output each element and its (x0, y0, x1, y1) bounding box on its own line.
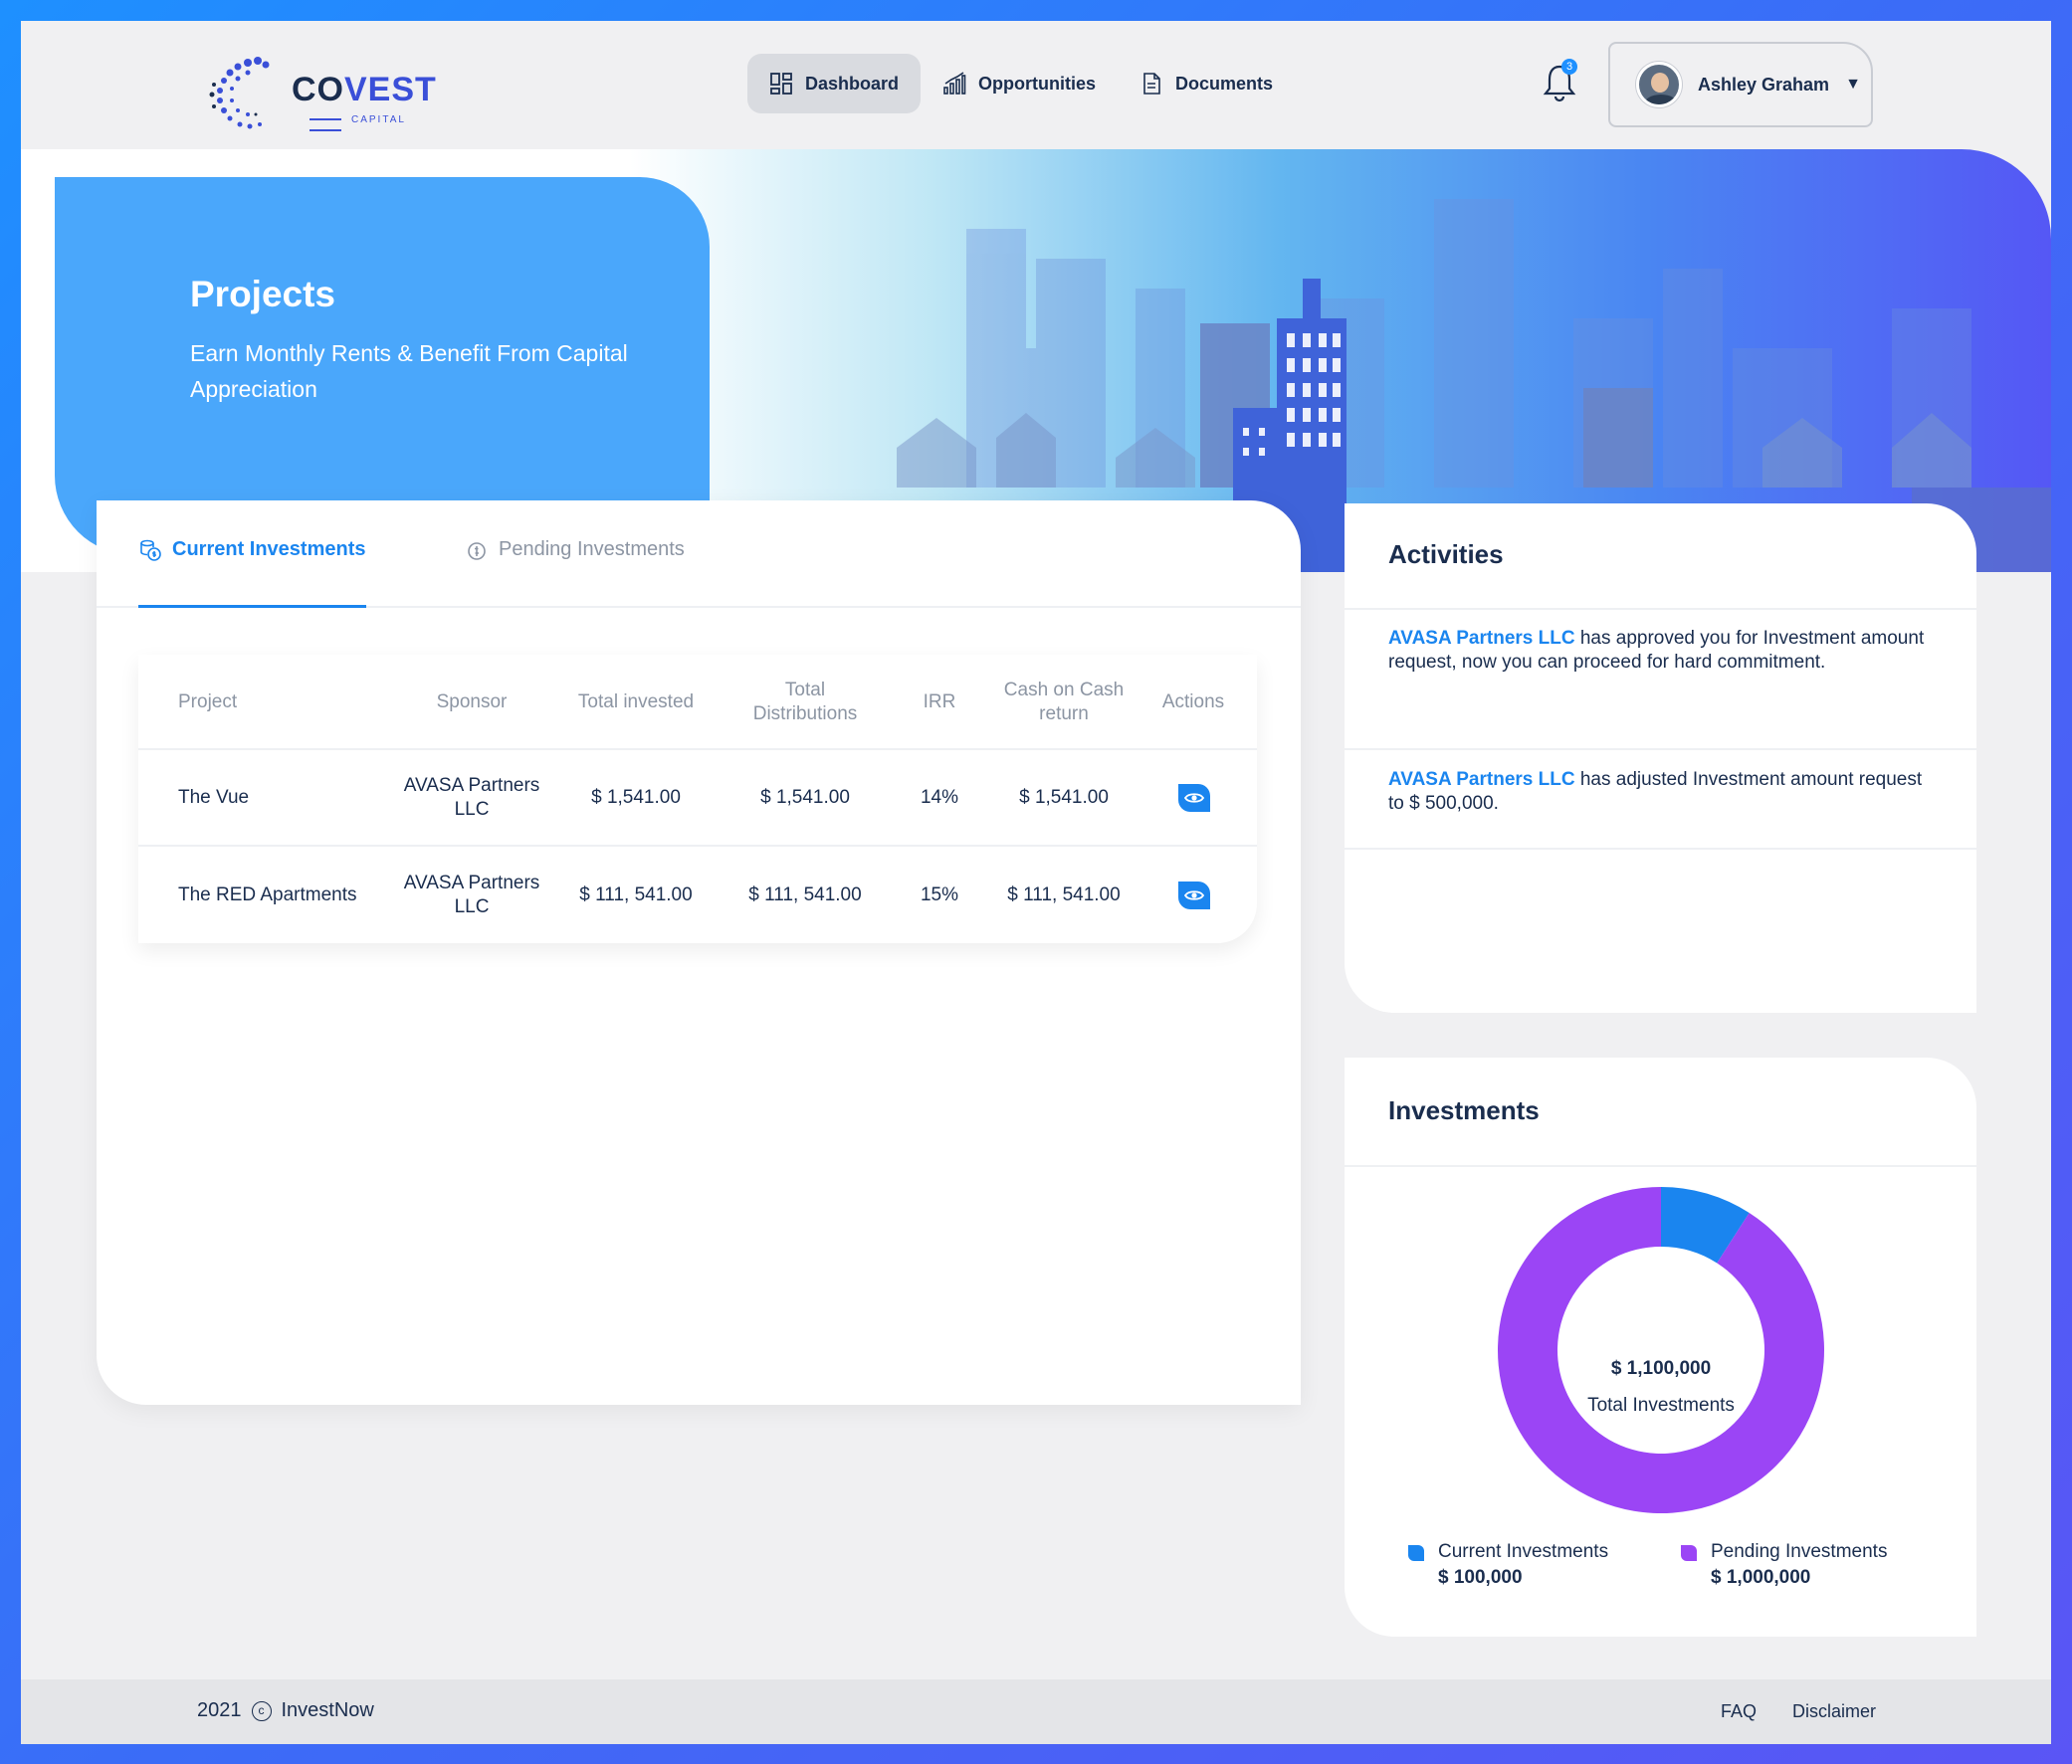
col-total-invested: Total invested (577, 691, 695, 712)
legend-swatch-current (1408, 1545, 1424, 1561)
investments-title: Investments (1388, 1095, 1540, 1125)
footer-brand: InvestNow (281, 1699, 374, 1721)
user-name: Ashley Graham (1698, 74, 1830, 95)
cell-total-invested: $ 111, 541.00 (579, 884, 693, 905)
table-header: Project Sponsor Total invested Total Dis… (138, 655, 1257, 750)
avatar (1636, 62, 1682, 107)
covest-logo[interactable]: COVEST CAPITAL (200, 49, 436, 138)
legend-current-name: Current Investments (1438, 1541, 1609, 1562)
nav-dashboard-label: Dashboard (805, 73, 900, 94)
cell-total-distributions: $ 1,541.00 (760, 787, 850, 808)
copyright-icon: c (251, 1700, 272, 1721)
dashboard-icon (770, 73, 792, 95)
legend-current-value: $ 100,000 (1438, 1567, 1523, 1588)
nav-documents[interactable]: Documents (1118, 54, 1295, 113)
cell-total-distributions: $ 111, 541.00 (748, 884, 862, 905)
eye-icon (1184, 793, 1204, 803)
app-frame: COVEST CAPITAL Dashboard Opportunities D… (21, 21, 2051, 1744)
page-title: Projects (190, 274, 336, 314)
document-icon (1143, 73, 1160, 95)
top-bar: COVEST CAPITAL Dashboard Opportunities D… (21, 21, 2051, 150)
col-actions: Actions (1161, 691, 1225, 712)
cell-project: The Vue (178, 787, 250, 808)
activity-actor-link[interactable]: AVASA Partners LLC (1388, 628, 1575, 649)
footer-copyright: 2021 c InvestNow (197, 1699, 374, 1722)
nav-dashboard[interactable]: Dashboard (747, 54, 922, 113)
col-project: Project (178, 691, 238, 712)
logo-wordmark: COVEST (292, 71, 437, 108)
activity-item[interactable]: AVASA Partners LLC has approved you for … (1345, 627, 1976, 750)
cell-sponsor: AVASA Partners LLC (403, 775, 540, 820)
nav-documents-label: Documents (1175, 73, 1274, 94)
caret-down-icon: ▼ (1845, 76, 1861, 93)
footer-year: 2021 (197, 1699, 242, 1721)
cell-cash-return: $ 111, 541.00 (1007, 884, 1121, 905)
tab-current-investments[interactable]: Current Investments (138, 538, 366, 608)
notification-count-badge: 3 (1561, 59, 1577, 75)
legend-pending-name: Pending Investments (1711, 1541, 1888, 1562)
donut-total-label: Total Investments (1587, 1395, 1735, 1416)
main-nav: Dashboard Opportunities Documents (747, 54, 1295, 113)
investments-table: Project Sponsor Total invested Total Dis… (138, 655, 1257, 943)
donut-total-value: $ 1,100,000 (1610, 1358, 1712, 1379)
cell-total-invested: $ 1,541.00 (591, 787, 681, 808)
bar-chart-icon (943, 72, 966, 95)
cell-irr: 14% (920, 787, 959, 808)
col-cash-return: Cash on Cash return (1003, 680, 1125, 724)
cell-project: The RED Apartments (178, 884, 357, 905)
coins-icon (140, 539, 161, 561)
tab-pending-label: Pending Investments (499, 538, 685, 560)
investments-header: Investments (1345, 1058, 1976, 1167)
user-menu[interactable]: Ashley Graham ▼ (1608, 42, 1873, 127)
footer: 2021 c InvestNow FAQ Disclaimer (21, 1679, 2051, 1744)
col-sponsor: Sponsor (436, 691, 508, 712)
investments-donut-chart (1498, 1187, 1824, 1513)
activities-card: Activities AVASA Partners LLC has approv… (1345, 503, 1976, 1013)
col-total-distributions: Total Distributions (752, 680, 858, 724)
investments-card: Investments $ 1,100,000 Total Investment… (1345, 1058, 1976, 1637)
logo-subtitle: CAPITAL (300, 114, 419, 136)
dollar-circle-icon (468, 542, 486, 560)
faq-link[interactable]: FAQ (1721, 1701, 1757, 1722)
activity-actor-link[interactable]: AVASA Partners LLC (1388, 769, 1575, 790)
legend-pending: Pending Investments $ 1,000,000 (1681, 1541, 1887, 1589)
investment-tabs: Current Investments Pending Investments (97, 500, 1301, 608)
col-irr: IRR (923, 691, 956, 712)
nav-opportunities[interactable]: Opportunities (921, 54, 1118, 113)
tab-pending-investments[interactable]: Pending Investments (465, 538, 685, 608)
donut-slice-pending-investments (1498, 1187, 1824, 1513)
cell-sponsor: AVASA Partners LLC (403, 873, 540, 917)
legend-pending-value: $ 1,000,000 (1711, 1567, 1811, 1588)
table-row: The RED Apartments AVASA Partners LLC $ … (138, 848, 1257, 944)
view-button[interactable] (1178, 784, 1210, 812)
cell-cash-return: $ 1,541.00 (1019, 787, 1109, 808)
investments-panel: Current Investments Pending Investments … (97, 500, 1301, 1405)
activity-item[interactable]: AVASA Partners LLC has adjusted Investme… (1345, 752, 1976, 850)
nav-opportunities-label: Opportunities (978, 73, 1097, 94)
activities-header: Activities (1345, 503, 1976, 610)
legend-swatch-pending (1681, 1545, 1697, 1561)
disclaimer-link[interactable]: Disclaimer (1792, 1701, 1876, 1722)
tab-current-label: Current Investments (172, 538, 366, 560)
activities-title: Activities (1388, 539, 1504, 569)
table-row: The Vue AVASA Partners LLC $ 1,541.00 $ … (138, 750, 1257, 847)
legend-current: Current Investments $ 100,000 (1408, 1541, 1608, 1589)
cell-irr: 15% (920, 884, 959, 905)
logo-dots-icon (209, 57, 270, 129)
view-button[interactable] (1178, 882, 1210, 909)
eye-icon (1184, 890, 1204, 900)
page-subtitle: Earn Monthly Rents & Benefit From Capita… (190, 340, 628, 402)
notifications-button[interactable]: 3 (1542, 59, 1577, 102)
